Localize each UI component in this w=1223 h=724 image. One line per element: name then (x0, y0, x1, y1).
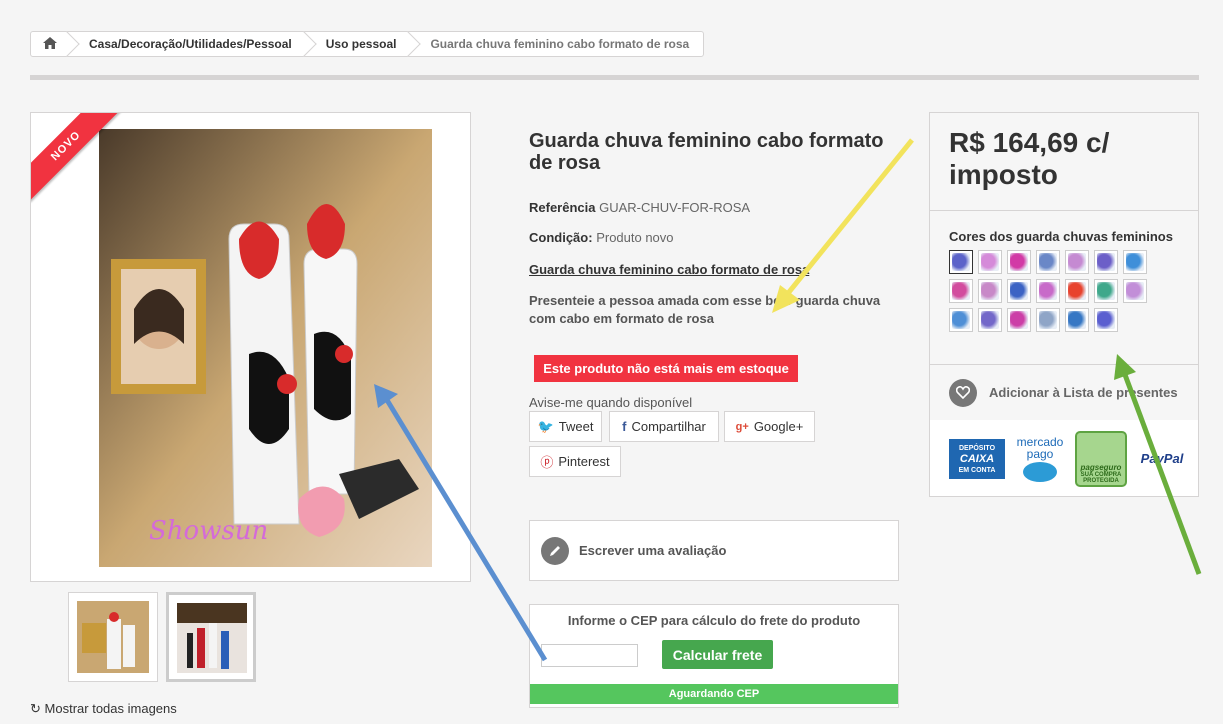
color-options: Cores dos guarda chuvas femininos (930, 211, 1198, 365)
out-of-stock-badge: Este produto não está mais em estoque (534, 355, 798, 382)
color-swatches (949, 250, 1179, 332)
shipping-calculator: Informe o CEP para cálculo do frete do p… (529, 604, 899, 708)
breadcrumb-subcategory[interactable]: Uso pessoal (306, 32, 411, 56)
product-description: Presenteie a pessoa amada com esse belo … (529, 293, 881, 326)
pinterest-button[interactable]: ⓟ Pinterest (529, 446, 621, 477)
divider (30, 75, 1199, 80)
calculate-shipping-button[interactable]: Calcular frete (662, 640, 773, 669)
color-swatch[interactable] (1007, 250, 1031, 274)
colors-title: Cores dos guarda chuvas femininos (949, 229, 1173, 244)
pencil-icon (541, 536, 569, 565)
color-swatch[interactable] (1094, 308, 1118, 332)
color-swatch[interactable] (1036, 250, 1060, 274)
color-swatch[interactable] (949, 308, 973, 332)
svg-text:Showsun: Showsun (149, 516, 268, 546)
color-swatch[interactable] (949, 250, 973, 274)
shipping-status: Aguardando CEP (530, 684, 898, 704)
color-swatch[interactable] (1036, 308, 1060, 332)
color-swatch[interactable] (1123, 250, 1147, 274)
thumbnail-2[interactable] (166, 592, 256, 682)
product-link[interactable]: Guarda chuva feminino cabo formato de ro… (529, 262, 809, 277)
product-title: Guarda chuva feminino cabo formato de ro… (529, 130, 884, 174)
breadcrumb-home[interactable] (31, 32, 69, 56)
tweet-button[interactable]: 🐦 Tweet (529, 411, 602, 442)
color-swatch[interactable] (1094, 250, 1118, 274)
heart-icon (949, 378, 977, 407)
color-swatch[interactable] (978, 279, 1002, 303)
breadcrumb-current: Guarda chuva feminino cabo formato de ro… (430, 37, 690, 51)
color-swatch[interactable] (949, 279, 973, 303)
color-swatch[interactable] (978, 250, 1002, 274)
color-swatch[interactable] (1123, 279, 1147, 303)
color-swatch[interactable] (1094, 279, 1118, 303)
product-main-image[interactable]: NOVO Showsun (30, 112, 471, 582)
notify-link[interactable]: Avise-me quando disponível (529, 395, 692, 410)
caixa-logo: DEPÓSITO CAIXA EM CONTA (949, 438, 1005, 479)
color-swatch[interactable] (1036, 279, 1060, 303)
color-swatch[interactable] (1007, 308, 1031, 332)
breadcrumb-category[interactable]: Casa/Decoração/Utilidades/Pessoal (69, 32, 306, 56)
color-swatch[interactable] (978, 308, 1002, 332)
google-plus-icon: g+ (735, 420, 749, 433)
product-price: R$ 164,69 c/ imposto (930, 113, 1198, 211)
paypal-logo: PayPal (1140, 451, 1184, 466)
google-plus-button[interactable]: g+ Google+ (724, 411, 815, 442)
price-box: R$ 164,69 c/ imposto Cores dos guarda ch… (929, 112, 1199, 497)
show-all-images-link[interactable]: ↻ Mostrar todas imagens (30, 701, 177, 717)
reference-line: Referência GUAR-CHUV-FOR-ROSA (529, 200, 751, 215)
pagseguro-logo: pagseguro SUA COMPRA PROTEGIDA (1075, 430, 1127, 487)
thumbnail-1[interactable] (68, 592, 158, 682)
breadcrumb: Casa/Decoração/Utilidades/Pessoal Uso pe… (30, 31, 705, 57)
product-photo: Showsun (99, 129, 432, 567)
facebook-share-button[interactable]: f Compartilhar (609, 411, 719, 442)
write-review-button[interactable]: Escrever uma avaliação (529, 520, 899, 581)
home-icon (43, 36, 57, 52)
cep-input[interactable] (541, 644, 638, 667)
refresh-icon: ↻ (30, 701, 41, 716)
twitter-icon: 🐦 (537, 418, 554, 434)
color-swatch[interactable] (1065, 250, 1089, 274)
shipping-title: Informe o CEP para cálculo do frete do p… (567, 613, 861, 628)
color-swatch[interactable] (1065, 279, 1089, 303)
payment-methods: DEPÓSITO CAIXA EM CONTA mercado pago pag… (930, 421, 1198, 496)
color-swatch[interactable] (1007, 279, 1031, 303)
mercado-pago-logo: mercado pago (1013, 436, 1067, 482)
pinterest-icon: ⓟ (540, 455, 554, 470)
facebook-icon: f (622, 419, 627, 434)
add-to-gift-list-button[interactable]: Adicionar à Lista de presentes (930, 365, 1198, 420)
condition-line: Condição: Produto novo (529, 230, 674, 245)
color-swatch[interactable] (1065, 308, 1089, 332)
